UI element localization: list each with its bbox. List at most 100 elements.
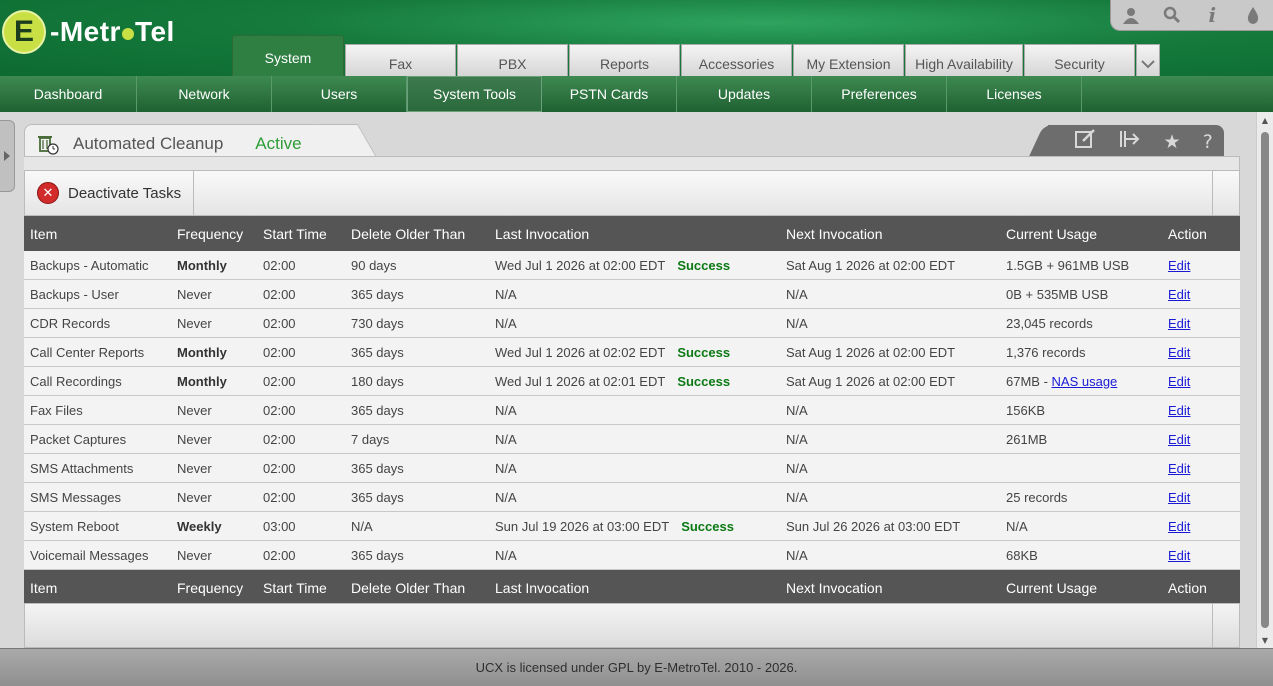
vertical-scrollbar[interactable]: ▲ ▼: [1256, 112, 1273, 648]
table-row: CDR Records Never 02:00 730 days N/A N/A 23,04…: [24, 308, 1240, 338]
cell-frequency: Monthly: [171, 337, 257, 367]
subnav-preferences[interactable]: Preferences: [812, 76, 947, 112]
col-next-invocation[interactable]: Next Invocation: [780, 216, 1000, 251]
tab-fax[interactable]: Fax: [345, 44, 456, 76]
cell-next-invocation: Sat Aug 1 2026 at 02:00 EDT: [780, 337, 1000, 367]
subnav-pstn-cards[interactable]: PSTN Cards: [542, 76, 677, 112]
cell-next-invocation: Sun Jul 26 2026 at 03:00 EDT: [780, 511, 1000, 541]
subnav-dashboard[interactable]: Dashboard: [0, 76, 137, 112]
cell-frequency: Monthly: [171, 251, 257, 280]
edit-link[interactable]: Edit: [1168, 548, 1190, 563]
cell-item: Call Center Reports: [24, 337, 171, 367]
edit-link[interactable]: Edit: [1168, 490, 1190, 505]
edit-link[interactable]: Edit: [1168, 374, 1190, 389]
cell-start-time: 02:00: [257, 424, 345, 454]
cell-current-usage: [1000, 453, 1162, 483]
chevron-down-icon[interactable]: [1136, 44, 1160, 76]
cell-frequency: Never: [171, 540, 257, 570]
usage-text: N/A: [1006, 518, 1028, 534]
cell-last-invocation: N/A: [489, 482, 780, 512]
content-panel: Automated Cleanup Active ★ ? ✕ Deactivat…: [24, 120, 1240, 648]
subnav-licenses[interactable]: Licenses: [947, 76, 1082, 112]
subnav-network[interactable]: Network: [137, 76, 272, 112]
logo-text: -Metr Tel: [50, 16, 175, 47]
export-icon[interactable]: [1119, 129, 1141, 154]
panel-bottom: [24, 603, 1240, 648]
edit-link[interactable]: Edit: [1168, 519, 1190, 534]
tab-system[interactable]: System: [232, 35, 344, 76]
sidebar-toggle[interactable]: [0, 120, 15, 192]
edit-link[interactable]: Edit: [1168, 432, 1190, 447]
main-tabs: System Fax PBX Reports Accessories My Ex…: [232, 35, 1161, 76]
cell-next-invocation: N/A: [780, 540, 1000, 570]
usage-text: 67MB -: [1006, 373, 1052, 389]
status-success: Success: [677, 257, 731, 273]
scroll-thumb[interactable]: [1261, 132, 1269, 628]
cell-next-invocation: N/A: [780, 453, 1000, 483]
last-invocation-text: Wed Jul 1 2026 at 02:00 EDT: [495, 257, 666, 273]
usage-text: 0B + 535MB USB: [1006, 286, 1109, 302]
cell-start-time: 03:00: [257, 511, 345, 541]
logo-mark: E: [2, 10, 46, 54]
edit-link[interactable]: Edit: [1168, 461, 1190, 476]
search-icon[interactable]: [1157, 6, 1187, 24]
scroll-down-icon[interactable]: ▼: [1257, 632, 1273, 648]
tab-security[interactable]: Security: [1024, 44, 1135, 76]
cell-current-usage: 0B + 535MB USB: [1000, 279, 1162, 309]
drop-icon[interactable]: [1238, 6, 1268, 24]
info-icon[interactable]: i: [1197, 3, 1227, 27]
tab-reports[interactable]: Reports: [569, 44, 680, 76]
tab-high-availability[interactable]: High Availability: [905, 44, 1023, 76]
cell-current-usage: 1,376 records: [1000, 337, 1162, 367]
edit-link[interactable]: Edit: [1168, 316, 1190, 331]
col-action[interactable]: Action: [1162, 216, 1240, 251]
edit-link[interactable]: Edit: [1168, 258, 1190, 273]
cell-delete-older: 365 days: [345, 279, 489, 309]
edit-link[interactable]: Edit: [1168, 345, 1190, 360]
subnav-users[interactable]: Users: [272, 76, 407, 112]
tab-accessories[interactable]: Accessories: [681, 44, 792, 76]
scroll-up-icon[interactable]: ▲: [1257, 112, 1273, 128]
edit-note-icon[interactable]: [1075, 129, 1097, 154]
cell-current-usage: 68KB: [1000, 540, 1162, 570]
cell-item: Call Recordings: [24, 366, 171, 396]
help-icon[interactable]: ?: [1203, 131, 1213, 153]
cell-last-invocation: N/A: [489, 424, 780, 454]
status-success: Success: [677, 344, 731, 360]
tab-pbx[interactable]: PBX: [457, 44, 568, 76]
table-row: Voicemail Messages Never 02:00 365 days N/A N…: [24, 540, 1240, 570]
footer-text: UCX is licensed under GPL by E-MetroTel.…: [475, 660, 798, 675]
col-delete-older[interactable]: Delete Older Than: [345, 216, 489, 251]
col-start-time[interactable]: Start Time: [257, 216, 345, 251]
cell-delete-older: 90 days: [345, 251, 489, 280]
col-item[interactable]: Item: [24, 216, 171, 251]
cell-start-time: 02:00: [257, 251, 345, 280]
cell-item: Voicemail Messages: [24, 540, 171, 570]
table-row: Call Center Reports Monthly 02:00 365 days W…: [24, 337, 1240, 367]
status-badge: Active: [255, 133, 302, 153]
deactivate-tasks-button[interactable]: ✕ Deactivate Tasks: [25, 171, 195, 215]
cell-frequency: Never: [171, 279, 257, 309]
edit-link[interactable]: Edit: [1168, 403, 1190, 418]
col-current-usage[interactable]: Current Usage: [1000, 216, 1162, 251]
cell-current-usage: 67MB - NAS usage: [1000, 366, 1162, 396]
tab-my-extension[interactable]: My Extension: [793, 44, 904, 76]
logo[interactable]: E -Metr Tel: [2, 10, 175, 54]
nas-usage-link[interactable]: NAS usage: [1052, 374, 1118, 389]
col-current-usage: Current Usage: [1000, 569, 1162, 605]
edit-link[interactable]: Edit: [1168, 287, 1190, 302]
cell-start-time: 02:00: [257, 540, 345, 570]
subnav-system-tools[interactable]: System Tools: [407, 76, 542, 112]
action-toolbar: ✕ Deactivate Tasks: [24, 170, 1240, 216]
col-last-invocation[interactable]: Last Invocation: [489, 216, 780, 251]
col-frequency[interactable]: Frequency: [171, 216, 257, 251]
cell-next-invocation: Sat Aug 1 2026 at 02:00 EDT: [780, 251, 1000, 280]
star-icon[interactable]: ★: [1164, 131, 1181, 153]
cell-last-invocation: N/A: [489, 279, 780, 309]
user-icon[interactable]: [1116, 6, 1146, 24]
footer: UCX is licensed under GPL by E-MetroTel.…: [0, 648, 1273, 686]
cell-frequency: Weekly: [171, 511, 257, 541]
table-row: System Reboot Weekly 03:00 N/A Sun Jul 19 20…: [24, 511, 1240, 541]
subnav-updates[interactable]: Updates: [677, 76, 812, 112]
cell-action: Edit: [1162, 511, 1240, 541]
